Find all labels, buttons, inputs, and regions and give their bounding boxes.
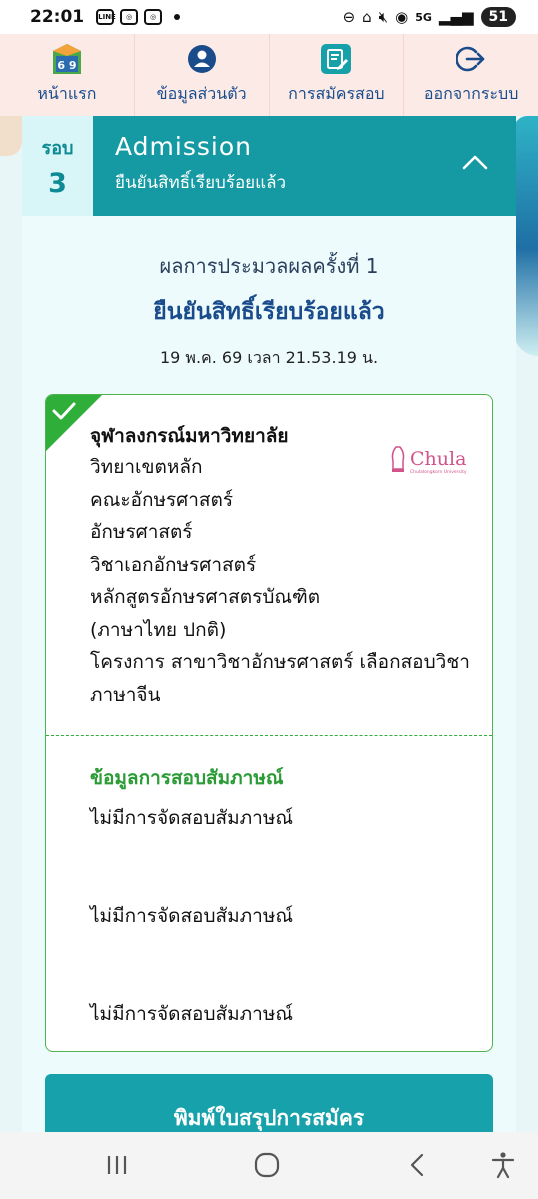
status-time: 22:01 [30,7,85,27]
nav-label-profile: ข้อมูลส่วนตัว [156,84,247,103]
round-title: Admission [115,132,252,161]
home-button[interactable] [252,1150,282,1180]
back-icon [410,1153,424,1177]
program-project-subject: ภาษาจีน [90,683,161,706]
signal-icon: ▂▄▆ [438,8,474,26]
nav-home[interactable]: 6 9 หน้าแรก [0,34,135,116]
program-field: อักษรศาสตร์ [90,521,193,543]
home-69-icon: 6 9 [50,42,84,76]
recent-apps-button[interactable] [102,1150,132,1180]
nav-application[interactable]: การสมัครสอบ [270,34,405,116]
program-card: จุฬาลงกรณ์มหาวิทยาลัย Chula Chulalongkor… [45,394,493,1052]
program-language: (ภาษาไทย ปกติ) [90,618,227,641]
background-decoration [514,116,538,356]
application-edit-icon [319,42,353,76]
round-number: 3 [48,168,67,199]
logout-icon [454,42,488,76]
nav-label-home: หน้าแรก [37,84,97,103]
nav-label-application: การสมัครสอบ [288,84,385,103]
top-nav: 6 9 หน้าแรก ข้อมูลส่วนตัว การสมัครสอบ ออ… [0,34,538,116]
instagram-icon: ◎ [144,9,163,25]
interview-item: ไม่มีการจัดสอบสัมภาษณ์ [90,1003,293,1025]
chevron-up-icon [462,155,488,170]
network-type: 5G [415,10,432,24]
result-title: ผลการประมวลผลครั้งที่ 1 [159,254,379,278]
program-details: วิทยาเขตหลัก คณะอักษรศาสตร์ อักษรศาสตร์ … [90,451,480,711]
do-not-disturb-icon: ⊖ [342,8,356,26]
round-info: Admission ยืนยันสิทธิ์เรียบร้อยแล้ว [93,116,516,216]
program-campus: วิทยาเขตหลัก [90,456,203,478]
program-curriculum: หลักสูตรอักษรศาสตรบัณฑิต [90,586,321,608]
battery-badge: 51 [480,7,516,27]
mute-icon: 🔇︎ [378,8,389,26]
background-decoration [0,116,22,156]
hotspot-icon: ◉ [395,8,409,26]
home-circle-icon [254,1152,280,1178]
interview-item: ไม่มีการจัดสอบสัมภาษณ์ [90,807,293,829]
system-nav-bar [0,1132,538,1199]
user-icon [185,42,219,76]
nav-profile[interactable]: ข้อมูลส่วนตัว [135,34,270,116]
status-bar: 22:01 LINE ◎ ◎ ⊖ ⌂ 🔇︎ ◉ 5G ▂▄▆ 51 [0,0,538,34]
program-project: โครงการ สาขาวิชาอักษรศาสตร์ เลือกสอบวิชา [90,651,470,673]
dashed-divider [46,735,492,736]
round-label: รอบ [41,138,74,159]
sleep-mode-icon: ⌂ [362,8,372,26]
nav-logout[interactable]: ออกจากระบบ [404,34,538,116]
line-app-icon: LINE [96,9,116,25]
check-icon [52,402,76,420]
svg-text:6 9: 6 9 [57,59,76,72]
recent-apps-icon [107,1156,127,1174]
interview-item: ไม่มีการจัดสอบสัมภาษณ์ [90,905,293,927]
program-faculty: คณะอักษรศาสตร์ [90,488,234,511]
instagram-icon: ◎ [120,9,139,25]
round-subtitle: ยืนยันสิทธิ์เรียบร้อยแล้ว [115,173,287,193]
university-name: จุฬาลงกรณ์มหาวิทยาลัย [90,425,289,447]
accessibility-icon [491,1152,515,1179]
result-datetime: 19 พ.ค. 69 เวลา 21.53.19 น. [159,348,379,367]
nav-label-logout: ออกจากระบบ [423,84,519,103]
result-status: ยืนยันสิทธิ์เรียบร้อยแล้ว [153,299,385,325]
collapse-button[interactable] [458,146,492,180]
result-panel: ผลการประมวลผลครั้งที่ 1 ยืนยันสิทธิ์เรีย… [22,216,516,1160]
notification-dot-icon [174,14,181,20]
round-header: รอบ 3 Admission ยืนยันสิทธิ์เรียบร้อยแล้… [22,116,516,216]
program-major: วิชาเอกอักษรศาสตร์ [90,553,257,576]
interview-title: ข้อมูลการสอบสัมภาษณ์ [90,767,284,789]
round-number-box: รอบ 3 [22,116,93,216]
back-button[interactable] [403,1150,433,1180]
accessibility-button[interactable] [488,1150,518,1180]
